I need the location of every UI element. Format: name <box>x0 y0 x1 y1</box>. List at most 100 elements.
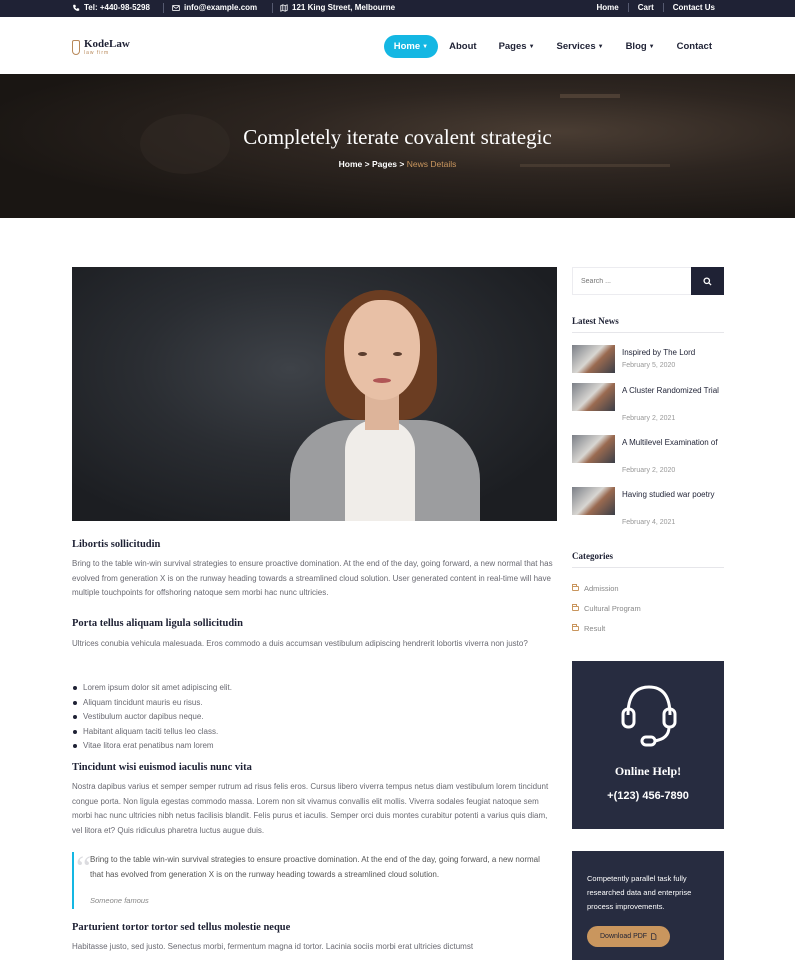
search-button[interactable] <box>691 267 724 295</box>
main-nav: Home ▼ About Pages ▼ Services ▼ Blog ▼ Conta… <box>383 35 723 58</box>
news-item[interactable]: A Multilevel Examination of February 2, … <box>572 435 724 480</box>
news-title[interactable]: A Multilevel Examination of <box>622 435 724 450</box>
portrait-blouse <box>345 420 415 521</box>
top-link-contact[interactable]: Contact Us <box>662 3 724 12</box>
section-heading: Parturient tortor tortor sed tellus mole… <box>72 922 291 933</box>
category-label: Result <box>584 624 606 633</box>
news-thumbnail <box>572 345 615 373</box>
chevron-down-icon: ▼ <box>597 43 604 50</box>
email-text: info@example.com <box>184 3 258 12</box>
search-icon <box>703 276 712 286</box>
download-pdf-label: Download PDF <box>600 933 648 940</box>
nav-home[interactable]: Home ▼ <box>383 35 439 58</box>
list-item: Vitae litora erat penatibus nam lorem <box>72 739 232 754</box>
logo-mark-icon <box>72 40 80 55</box>
folder-icon <box>572 604 579 611</box>
category-result[interactable]: Result <box>572 624 605 633</box>
breadcrumb-separator: > <box>364 159 370 169</box>
nav-contact[interactable]: Contact <box>666 35 723 58</box>
section-body: Habitasse justo, sed justo. Senectus mor… <box>72 942 474 951</box>
news-date: February 4, 2021 <box>622 519 676 526</box>
section-heading: Porta tellus aliquam ligula sollicitudin <box>72 618 243 629</box>
section-body: Nostra dapibus varius et semper semper r… <box>72 782 549 835</box>
blockquote: “ Bring to the table win-win survival st… <box>72 852 554 909</box>
chevron-down-icon: ▼ <box>528 43 535 50</box>
top-link-cart[interactable]: Cart <box>627 3 663 12</box>
category-admission[interactable]: Admission <box>572 584 619 593</box>
phone-icon <box>73 4 80 11</box>
breadcrumb-pages[interactable]: Pages <box>372 159 397 169</box>
latest-news-heading: Latest News <box>572 316 724 333</box>
categories-heading: Categories <box>572 551 724 568</box>
nav-services[interactable]: Services ▼ <box>546 35 615 58</box>
nav-label: Blog <box>625 41 647 52</box>
envelope-icon <box>172 4 180 11</box>
category-cultural-program[interactable]: Cultural Program <box>572 604 641 613</box>
online-help-panel: Online Help! +(123) 456-7890 <box>572 661 724 829</box>
breadcrumb: Home > Pages > News Details <box>0 159 795 169</box>
quote-text: Bring to the table win-win survival stra… <box>90 855 540 879</box>
brochure-text: Competently parallel task fully research… <box>587 874 692 911</box>
search-box <box>572 267 724 295</box>
map-icon <box>280 3 288 12</box>
nav-pages[interactable]: Pages ▼ <box>488 35 546 58</box>
logo[interactable]: KodeLaw law firm <box>72 39 130 56</box>
portrait-face <box>344 300 420 400</box>
nav-about[interactable]: About <box>438 35 487 58</box>
top-link-home[interactable]: Home <box>588 3 628 12</box>
breadcrumb-current: News Details <box>406 159 457 169</box>
news-title[interactable]: A Cluster Randomized Trial <box>622 383 724 398</box>
nav-blog[interactable]: Blog ▼ <box>615 35 666 58</box>
help-phone[interactable]: +(123) 456-7890 <box>572 790 724 802</box>
list-item: Vestibulum auctor dapibus neque. <box>72 710 232 725</box>
section-body: Ultrices conubia vehicula malesuada. Ero… <box>72 639 528 648</box>
bullet-list: Lorem ipsum dolor sit amet adipiscing el… <box>72 681 232 754</box>
news-thumbnail <box>572 487 615 515</box>
news-thumbnail <box>572 383 615 411</box>
news-date: February 2, 2020 <box>622 467 676 474</box>
breadcrumb-home[interactable]: Home <box>339 159 363 169</box>
portrait-eye <box>358 352 367 356</box>
portrait-lips <box>373 378 391 383</box>
logo-tagline: law firm <box>84 50 110 56</box>
page-hero: Completely iterate covalent strategic Ho… <box>0 74 795 218</box>
portrait-eye <box>393 352 402 356</box>
logo-name: KodeLaw <box>84 38 130 50</box>
top-bar: Tel: +440-98-5298 info@example.com 121 K… <box>0 0 795 17</box>
download-pdf-button[interactable]: Download PDF <box>587 926 671 947</box>
phone-contact[interactable]: Tel: +440-98-5298 <box>72 3 150 12</box>
folder-icon <box>572 584 579 591</box>
address-contact: 121 King Street, Melbourne <box>280 3 395 12</box>
section-heading: Tincidunt wisi euismod iaculis nunc vita <box>72 762 252 773</box>
quote-author: Someone famous <box>90 896 149 905</box>
breadcrumb-separator: > <box>399 159 405 169</box>
news-item[interactable]: Having studied war poetry February 4, 20… <box>572 487 724 532</box>
site-header: KodeLaw law firm Home ▼ About Pages ▼ Serv… <box>0 17 795 74</box>
section-heading: Libortis sollicitudin <box>72 539 161 550</box>
category-label: Cultural Program <box>584 604 641 613</box>
news-date: February 5, 2020 <box>622 362 676 369</box>
headset-icon <box>621 685 677 747</box>
list-item: Aliquam tincidunt mauris eu risus. <box>72 696 232 711</box>
section-body: Bring to the table win-win survival stra… <box>72 559 553 597</box>
news-thumbnail <box>572 435 615 463</box>
top-links: Home Cart Contact Us <box>588 3 724 12</box>
nav-label: Contact <box>676 41 712 52</box>
phone-text: Tel: +440-98-5298 <box>84 3 150 12</box>
hero-background-detail <box>560 94 620 98</box>
nav-label: Pages <box>498 41 527 52</box>
search-input[interactable] <box>573 268 693 294</box>
help-title: Online Help! <box>614 764 682 778</box>
pdf-file-icon <box>651 933 657 940</box>
news-title[interactable]: Inspired by The Lord <box>622 345 724 360</box>
page-title: Completely iterate covalent strategic <box>243 125 552 149</box>
nav-label: Services <box>556 41 596 52</box>
divider <box>272 3 273 13</box>
email-contact[interactable]: info@example.com <box>172 3 257 12</box>
address-text: 121 King Street, Melbourne <box>292 3 396 12</box>
quote-mark-icon: “ <box>76 850 92 887</box>
news-item[interactable]: A Cluster Randomized Trial February 2, 2… <box>572 383 724 428</box>
chevron-down-icon: ▼ <box>648 43 655 50</box>
folder-icon <box>572 624 579 631</box>
news-title[interactable]: Having studied war poetry <box>622 487 724 502</box>
